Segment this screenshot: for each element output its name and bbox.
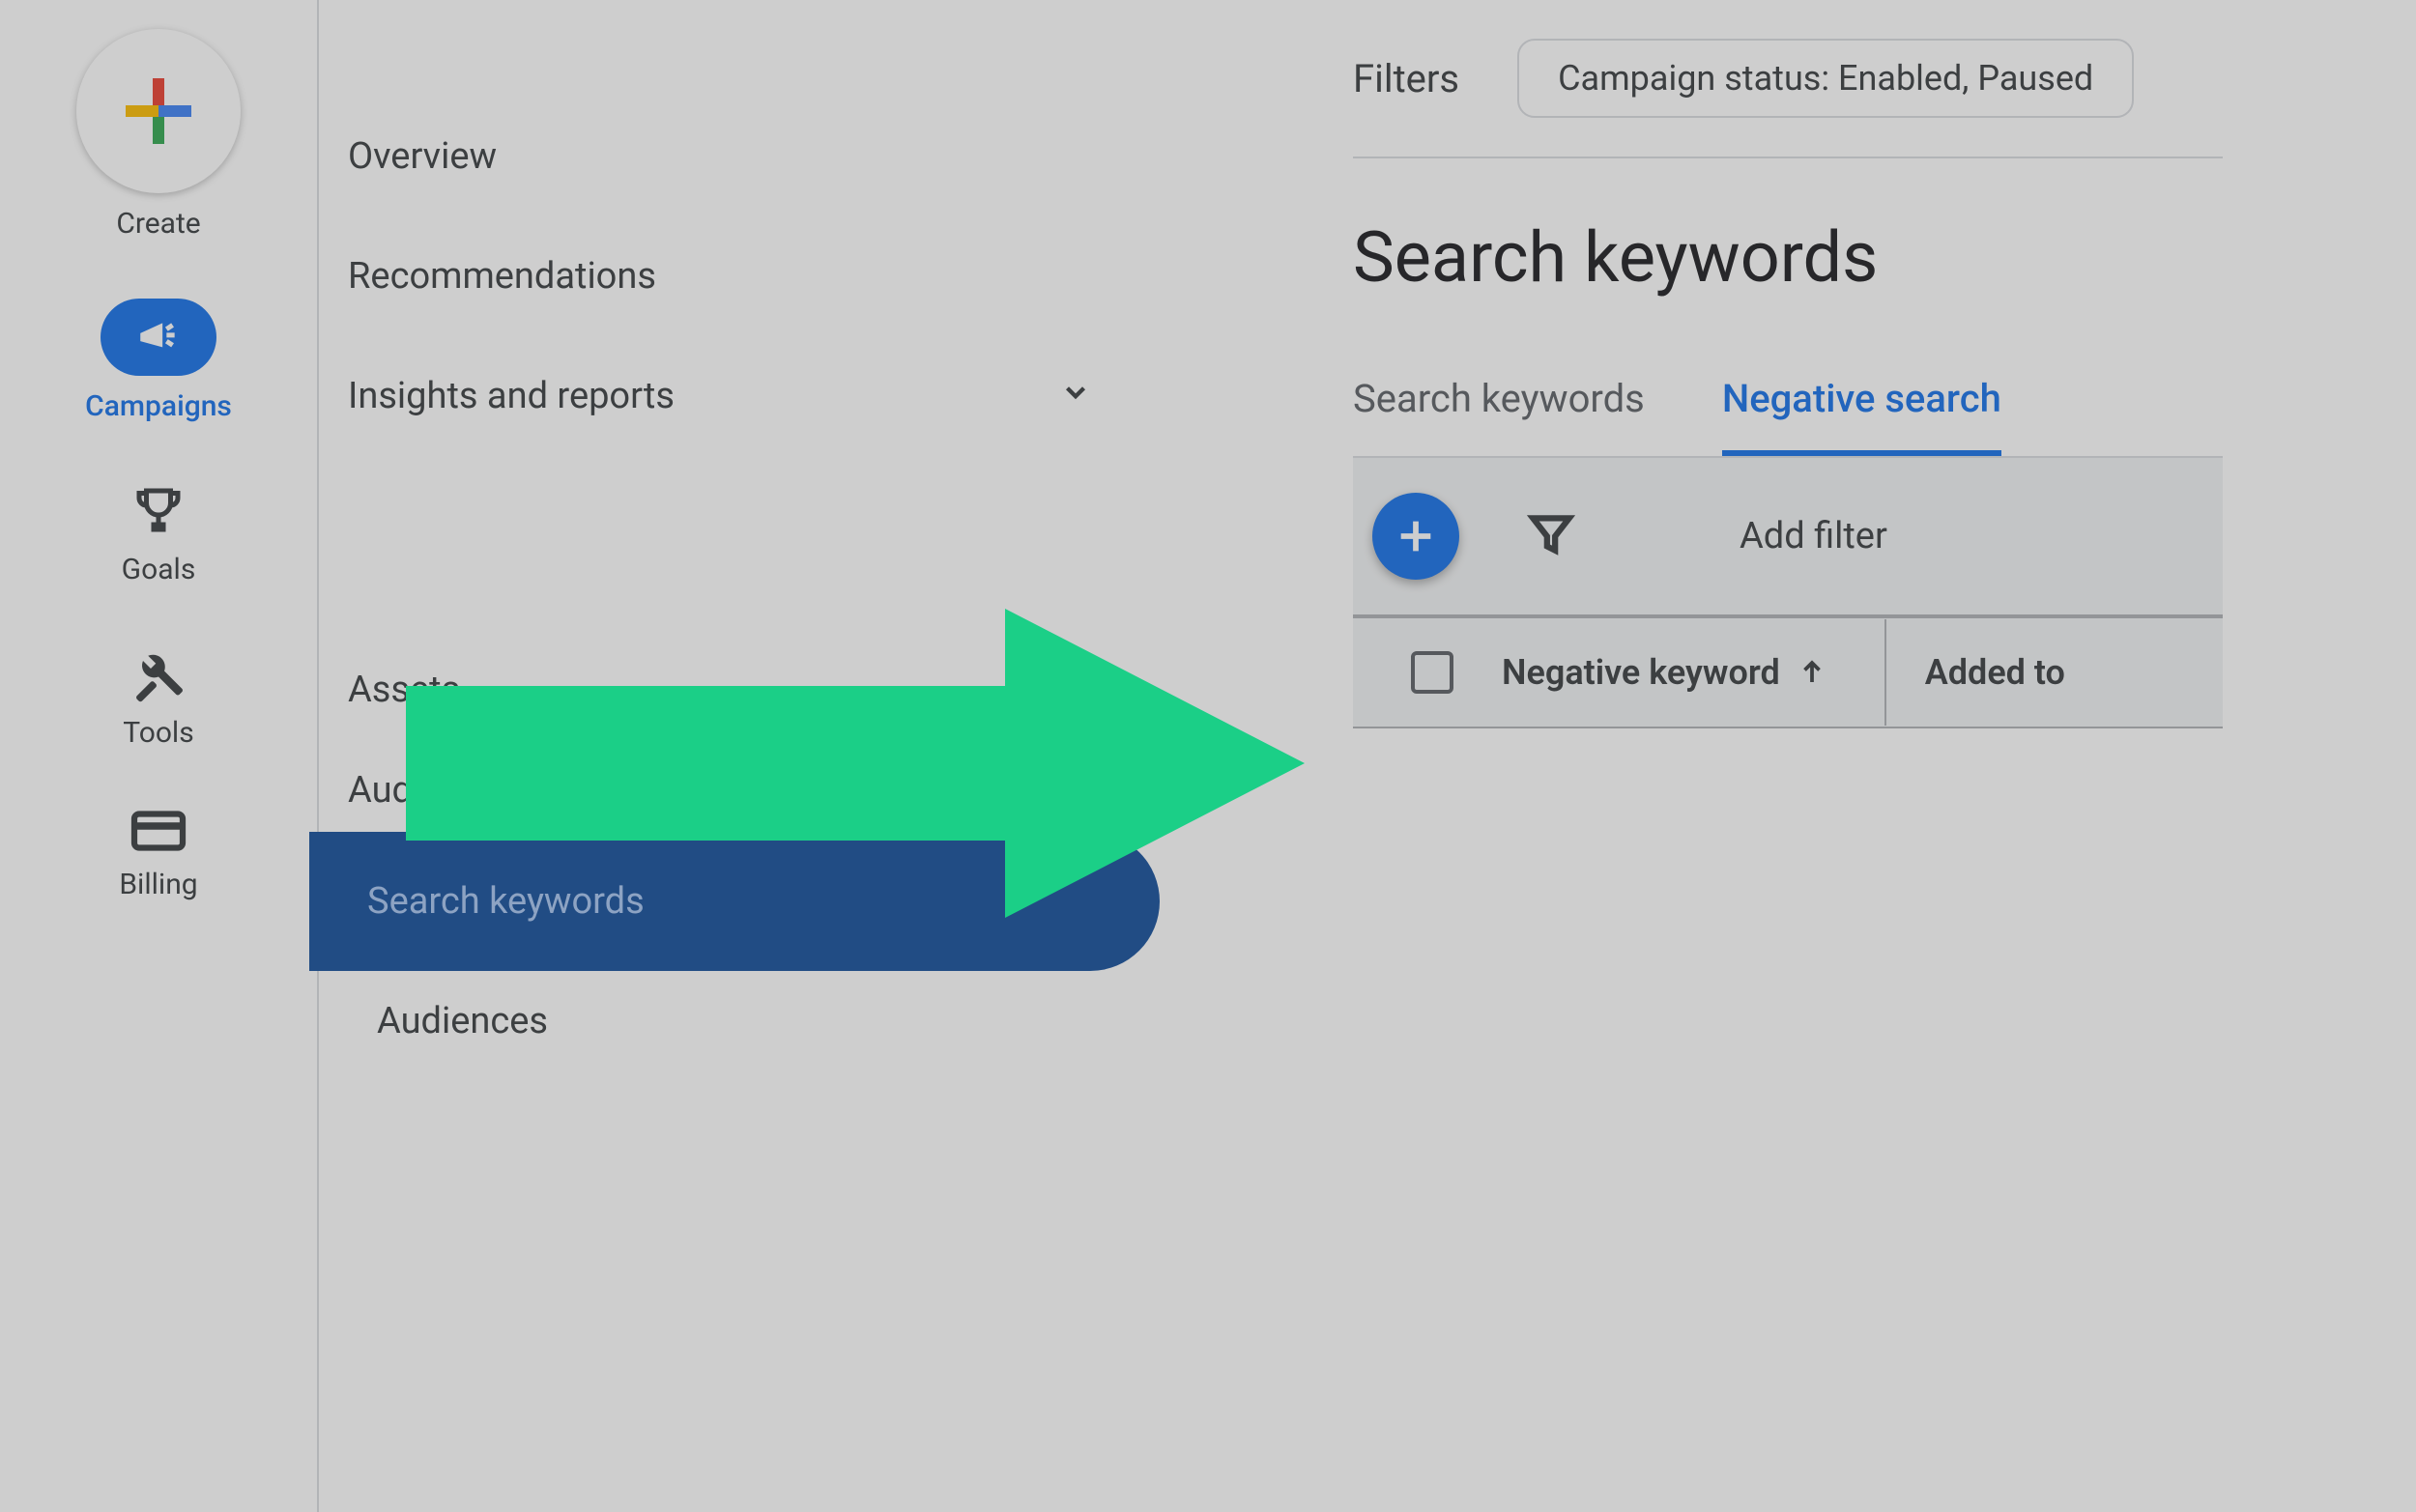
campaigns-pill (101, 299, 216, 376)
th-added-to-label: Added to (1925, 652, 2065, 693)
rail-campaigns[interactable]: Campaigns (85, 299, 232, 423)
nav-search-keywords[interactable]: Search keywords (309, 832, 1160, 971)
main-content: Filters Campaign status: Enabled, Paused… (1160, 0, 2416, 1512)
add-keyword-button[interactable] (1372, 493, 1459, 580)
filter-chip-campaign-status[interactable]: Campaign status: Enabled, Paused (1517, 39, 2134, 118)
nav-insights-label: Insights and reports (348, 375, 675, 417)
nav-audiences[interactable]: Audiences (319, 971, 1160, 1071)
rail-tools-label: Tools (123, 716, 193, 750)
rail-tools[interactable]: Tools (123, 644, 193, 750)
nav-akc-label: Audiences, keywords, and content (348, 767, 901, 814)
chevron-down-icon (1059, 376, 1092, 417)
rail-goals[interactable]: Goals (122, 481, 196, 586)
nav-overview-label: Overview (348, 135, 497, 178)
plus-multicolor-icon (120, 72, 197, 150)
secondary-nav: Overview Recommendations Insights and re… (319, 0, 1160, 1512)
th-negative-keyword[interactable]: Negative keyword (1502, 652, 1826, 693)
trophy-icon (129, 481, 187, 539)
nav-audiences-label: Audiences (377, 1000, 548, 1042)
add-filter-label[interactable]: Add filter (1740, 515, 1887, 557)
chevron-up-icon (1059, 768, 1092, 813)
nav-akc[interactable]: Audiences, keywords, and content (319, 750, 1160, 832)
nav-assets-label: Assets (348, 669, 460, 711)
arrow-up-icon (1798, 658, 1826, 687)
filters-label: Filters (1353, 56, 1459, 101)
create-fab[interactable] (76, 29, 241, 193)
page-title: Search keywords (1353, 216, 2416, 299)
chevron-down-icon (1059, 670, 1092, 711)
rail-create[interactable]: Create (76, 29, 241, 241)
tab-search-keywords[interactable]: Search keywords (1353, 376, 1645, 456)
nav-insights[interactable]: Insights and reports (319, 336, 1160, 456)
rail-billing-label: Billing (119, 868, 197, 901)
filter-bar: Filters Campaign status: Enabled, Paused (1353, 39, 2223, 158)
rail-campaigns-label: Campaigns (85, 389, 232, 423)
app-root: Create Campaigns Goals (0, 0, 2416, 1512)
credit-card-icon (129, 808, 187, 854)
left-rail: Create Campaigns Goals (0, 0, 319, 1512)
table-header: Negative keyword Added to (1353, 616, 2223, 728)
nav-search-keywords-label: Search keywords (367, 880, 645, 923)
tools-icon (129, 644, 187, 702)
filter-icon[interactable] (1527, 510, 1575, 562)
toolbar: Add filter (1353, 458, 2223, 616)
rail-billing[interactable]: Billing (119, 808, 197, 901)
megaphone-icon (134, 313, 183, 361)
tab-negative-search[interactable]: Negative search (1722, 376, 2001, 456)
th-negative-keyword-label: Negative keyword (1502, 652, 1780, 693)
rail-create-label: Create (116, 207, 200, 241)
nav-assets[interactable]: Assets (319, 630, 1160, 750)
rail-goals-label: Goals (122, 553, 196, 586)
nav-recommendations[interactable]: Recommendations (319, 216, 1160, 336)
nav-overview[interactable]: Overview (319, 97, 1160, 216)
th-added-to[interactable]: Added to (1884, 619, 2065, 726)
select-all-checkbox[interactable] (1411, 651, 1453, 694)
nav-recommendations-label: Recommendations (348, 255, 656, 298)
plus-icon (1394, 514, 1438, 558)
tabs: Search keywords Negative search (1353, 376, 2223, 458)
